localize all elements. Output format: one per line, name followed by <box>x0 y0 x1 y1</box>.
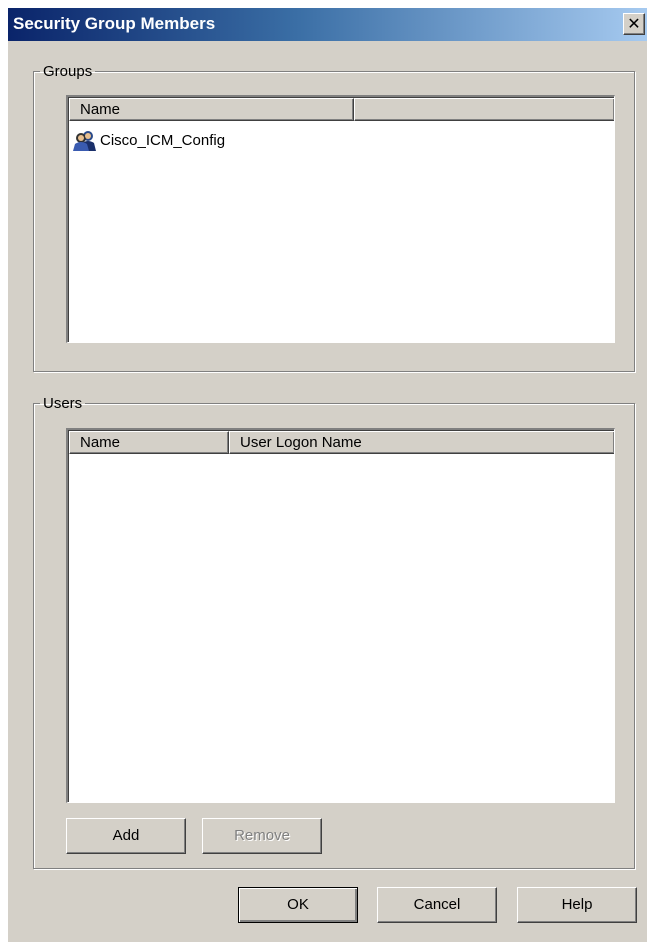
close-button[interactable]: ✕ <box>623 13 645 35</box>
groups-legend: Groups <box>43 63 93 80</box>
groups-column-name[interactable]: Name <box>69 98 354 121</box>
users-legend: Users <box>43 395 83 412</box>
add-button[interactable]: Add <box>66 818 186 854</box>
users-column-name[interactable]: Name <box>69 431 229 454</box>
list-item[interactable]: Cisco_ICM_Config <box>72 130 225 152</box>
remove-button[interactable]: Remove <box>202 818 322 854</box>
help-button[interactable]: Help <box>517 887 637 923</box>
users-list[interactable]: Name User Logon Name <box>66 428 615 803</box>
close-icon: ✕ <box>627 14 641 33</box>
groups-list[interactable]: Name Cisco_ICM_Config <box>66 95 615 343</box>
groups-column-empty[interactable] <box>354 98 614 121</box>
users-list-header: Name User Logon Name <box>69 431 614 455</box>
group-icon <box>73 131 96 151</box>
groups-list-header: Name <box>69 98 614 122</box>
dialog-title: Security Group Members <box>13 14 216 33</box>
security-group-members-dialog: Security Group Members ✕ Groups Name Cis… <box>8 8 647 942</box>
group-name: Cisco_ICM_Config <box>100 132 226 149</box>
title-bar[interactable]: Security Group Members ✕ <box>8 8 647 41</box>
ok-button[interactable]: OK <box>238 887 358 923</box>
cancel-button[interactable]: Cancel <box>377 887 497 923</box>
users-column-logon-name[interactable]: User Logon Name <box>229 431 614 454</box>
